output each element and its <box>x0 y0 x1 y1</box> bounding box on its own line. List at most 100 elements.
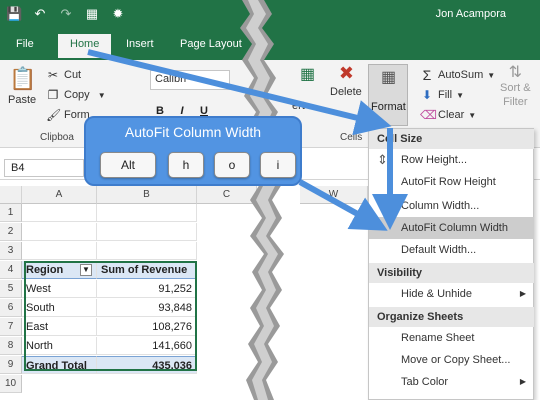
row-header-5[interactable]: 5 <box>0 280 22 298</box>
shortcut-callout: AutoFit Column Width Alt h o i <box>84 116 302 186</box>
menu-item-row-height[interactable]: ⇕ Row Height... <box>369 149 534 171</box>
cell[interactable] <box>22 223 97 241</box>
macro-icon[interactable]: ✹ <box>110 6 126 22</box>
pivot-value-cell[interactable]: 141,660 <box>97 337 197 355</box>
row-header-8[interactable]: 8 <box>0 337 22 355</box>
cell[interactable] <box>97 223 197 241</box>
menu-section-cell-size: Cell Size <box>369 129 534 149</box>
scissors-icon: ✂ <box>47 68 59 82</box>
clear-button[interactable]: ⌫ Clear ▼ <box>420 108 476 122</box>
column-header-a[interactable]: A <box>22 186 97 204</box>
fill-label: Fill <box>438 89 453 101</box>
menu-item-label: Tab Color <box>401 376 449 388</box>
save-icon[interactable]: 💾 <box>6 6 22 22</box>
pivot-header-region[interactable]: Region ▼ <box>22 261 97 279</box>
quick-access-toolbar: 💾 ↶ ↷ ▦ ✹ <box>6 6 126 22</box>
row-header-1[interactable]: 1 <box>0 204 22 222</box>
cell[interactable] <box>22 242 97 260</box>
key-o: o <box>214 152 250 178</box>
pivot-value-cell[interactable]: 93,848 <box>97 299 197 317</box>
menu-item-move-copy-sheet[interactable]: Move or Copy Sheet... <box>369 349 534 371</box>
clipboard-group-label: Clipboa <box>40 132 74 143</box>
column-header-b[interactable]: B <box>97 186 197 204</box>
row-header-10[interactable]: 10 <box>0 375 22 393</box>
copy-button[interactable]: ❐ Copy ▼ <box>46 88 106 102</box>
fill-button[interactable]: ⬇ Fill ▼ <box>420 88 464 102</box>
menu-item-tab-color[interactable]: Tab Color ▶ <box>369 371 534 393</box>
undo-icon[interactable]: ↶ <box>32 6 48 22</box>
row-header-2[interactable]: 2 <box>0 223 22 241</box>
submenu-arrow-icon: ▶ <box>519 377 526 386</box>
menu-item-default-width[interactable]: Default Width... <box>369 239 534 261</box>
folder-icon[interactable]: ▦ <box>84 6 100 22</box>
eraser-icon: ⌫ <box>420 108 437 122</box>
cut-button[interactable]: ✂ Cut <box>46 68 81 82</box>
paste-button[interactable]: 📋 Paste <box>8 66 36 106</box>
row-header-3[interactable]: 3 <box>0 242 22 260</box>
tab-insert[interactable]: Insert <box>126 38 154 50</box>
name-box[interactable]: B4 <box>4 159 84 177</box>
pivot-header-region-label: Region <box>26 264 64 276</box>
column-header-w[interactable]: W <box>300 186 368 204</box>
delete-button[interactable]: ✖ Delete <box>330 64 362 98</box>
cell[interactable] <box>22 204 97 222</box>
sigma-icon: Σ <box>422 67 432 83</box>
select-all-corner[interactable] <box>0 186 22 204</box>
pivot-header-revenue[interactable]: Sum of Revenue <box>97 261 197 279</box>
menu-item-column-width[interactable]: ⇔ Column Width... <box>369 195 534 217</box>
pivot-region-cell[interactable]: East <box>22 318 97 336</box>
pivot-value-cell[interactable]: 91,252 <box>97 280 197 298</box>
tab-file[interactable]: File <box>16 38 34 50</box>
key-i: i <box>260 152 296 178</box>
user-name[interactable]: Jon Acampora <box>436 8 506 20</box>
format-painter-button[interactable]: 🖌 Form <box>46 108 90 122</box>
pivot-region-cell[interactable]: South <box>22 299 97 317</box>
menu-section-organize-sheets: Organize Sheets <box>369 307 534 327</box>
fill-down-icon: ⬇ <box>421 88 433 102</box>
filter-dropdown-icon[interactable]: ▼ <box>80 264 92 276</box>
sort-filter-button[interactable]: ⇅ Sort & Filter <box>500 65 531 109</box>
row-header-7[interactable]: 7 <box>0 318 22 336</box>
cut-label: Cut <box>64 69 82 81</box>
menu-item-autofit-row-height[interactable]: AutoFit Row Height <box>369 171 534 193</box>
copy-label: Copy <box>64 89 90 101</box>
row-header-9[interactable]: 9 <box>0 356 22 374</box>
insert-cells-icon[interactable]: ▦ <box>300 67 315 83</box>
tab-home[interactable]: Home <box>58 34 112 58</box>
menu-item-autofit-column-width[interactable]: AutoFit Column Width <box>369 217 534 239</box>
pivot-grand-total-value[interactable]: 435,036 <box>97 356 197 374</box>
pivot-region-cell[interactable]: North <box>22 337 97 355</box>
chevron-down-icon: ▼ <box>468 110 477 120</box>
pivot-region-cell[interactable]: West <box>22 280 97 298</box>
menu-item-label: Hide & Unhide <box>401 288 472 300</box>
row-height-icon: ⇕ <box>377 152 388 167</box>
sort-label: Sort & <box>500 82 531 94</box>
pivot-grand-total-label[interactable]: Grand Total <box>22 356 97 374</box>
callout-title: AutoFit Column Width <box>124 124 262 140</box>
autosum-button[interactable]: Σ AutoSum ▼ <box>420 67 496 83</box>
row-header-4[interactable]: 4 <box>0 261 22 279</box>
brush-icon: 🖌 <box>46 108 62 122</box>
menu-item-hide-unhide[interactable]: Hide & Unhide ▶ <box>369 283 534 305</box>
menu-item-rename-sheet[interactable]: Rename Sheet <box>369 327 534 349</box>
filter-label: Filter <box>503 96 528 108</box>
submenu-arrow-icon: ▶ <box>519 289 526 298</box>
insert-button-label[interactable]: ert <box>292 100 305 112</box>
clear-label: Clear <box>438 109 465 121</box>
format-label: Format <box>371 101 406 113</box>
cell[interactable] <box>97 204 197 222</box>
cell[interactable] <box>97 242 197 260</box>
autosum-label: AutoSum <box>438 69 484 81</box>
paste-label: Paste <box>8 94 37 106</box>
menu-item-label: Column Width... <box>401 200 480 212</box>
redo-icon[interactable]: ↷ <box>58 6 74 22</box>
copy-icon: ❐ <box>47 88 59 102</box>
chevron-down-icon: ▼ <box>97 90 106 100</box>
pivot-value-cell[interactable]: 108,276 <box>97 318 197 336</box>
format-button[interactable]: ▦ Format <box>368 64 408 126</box>
format-cells-icon: ▦ <box>381 69 397 86</box>
column-width-icon: ⇔ <box>377 198 390 213</box>
row-header-6[interactable]: 6 <box>0 299 22 317</box>
key-alt: Alt <box>100 152 156 178</box>
font-name-select[interactable]: Calibri <box>150 70 230 90</box>
